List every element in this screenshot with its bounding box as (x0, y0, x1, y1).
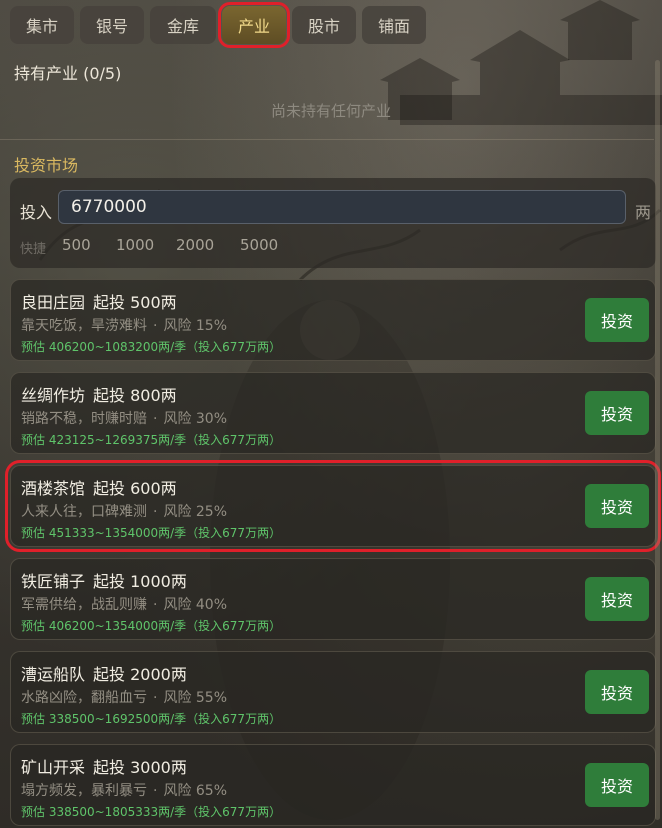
industry-estimate: 预估 423125~1269375两/季（投入677万两） (21, 433, 282, 447)
industry-min-investment: 起投 1000两 (93, 572, 187, 591)
tab-vault[interactable]: 金库 (150, 6, 216, 44)
industry-name: 漕运船队 (21, 665, 86, 684)
invest-button[interactable]: 投资 (585, 298, 649, 342)
industry-card-mining: 矿山开采 起投 3000两 塌方频发，暴利暴亏 · 风险 65% 预估 338500~… (10, 744, 656, 826)
industry-min-investment: 起投 3000两 (93, 758, 187, 777)
industry-card-farm: 良田庄园 起投 500两 靠天吃饭，旱涝难料 · 风险 15% 预估 406200~1… (10, 279, 656, 361)
tab-shops[interactable]: 铺面 (362, 6, 426, 44)
industry-risk: 风险 15% (163, 318, 228, 334)
industry-name: 矿山开采 (21, 758, 86, 777)
industry-min-investment: 起投 2000两 (93, 665, 187, 684)
industry-risk: 风险 25% (163, 504, 228, 520)
industry-estimate: 预估 406200~1354000两/季（投入677万两） (21, 619, 282, 633)
separator-dot: · (153, 597, 158, 613)
invest-button[interactable]: 投资 (585, 670, 649, 714)
industry-description: 销路不稳，时赚时赔 (21, 411, 147, 427)
tab-industry[interactable]: 产业 (218, 2, 290, 48)
industry-risk: 风险 30% (163, 411, 228, 427)
separator-dot: · (153, 411, 158, 427)
industry-card-silk: 丝绸作坊 起投 800两 销路不稳，时赚时赔 · 风险 30% 预估 423125~1… (10, 372, 656, 454)
industry-risk: 风险 55% (163, 690, 228, 706)
tab-bar: 集市 银号 金库 产业 股市 铺面 (10, 2, 426, 48)
industry-name: 丝绸作坊 (21, 386, 86, 405)
industry-min-investment: 起投 600两 (93, 479, 177, 498)
quick-500-button[interactable]: 500 (62, 236, 91, 254)
industry-name: 良田庄园 (21, 293, 86, 312)
section-divider (0, 139, 654, 140)
tab-market[interactable]: 集市 (10, 6, 74, 44)
quick-label: 快捷 (20, 242, 47, 257)
invest-button[interactable]: 投资 (585, 763, 649, 807)
separator-dot: · (153, 783, 158, 799)
industry-description: 军需供给，战乱则赚 (21, 597, 147, 613)
scrollbar[interactable] (655, 60, 660, 820)
industry-name: 酒楼茶馆 (21, 479, 86, 498)
industry-estimate: 预估 338500~1805333两/季（投入677万两） (21, 805, 282, 819)
industry-name: 铁匠铺子 (21, 572, 86, 591)
tab-stock-market[interactable]: 股市 (292, 6, 356, 44)
tab-bank[interactable]: 银号 (80, 6, 144, 44)
invest-amount-input[interactable]: 6770000 (58, 190, 626, 224)
industry-estimate: 预估 451333~1354000两/季（投入677万两） (21, 526, 282, 540)
industry-estimate: 预估 406200~1083200两/季（投入677万两） (21, 340, 282, 354)
industry-min-investment: 起投 800两 (93, 386, 177, 405)
market-title: 投资市场 (14, 156, 79, 175)
invest-label: 投入 (20, 203, 53, 222)
invest-button[interactable]: 投资 (585, 577, 649, 621)
invest-unit: 两 (635, 203, 652, 222)
quick-5000-button[interactable]: 5000 (240, 236, 278, 254)
industry-card-shipping: 漕运船队 起投 2000两 水路凶险，翻船血亏 · 风险 55% 预估 338500~… (10, 651, 656, 733)
industry-estimate: 预估 338500~1692500两/季（投入677万两） (21, 712, 282, 726)
separator-dot: · (153, 690, 158, 706)
industry-description: 水路凶险，翻船血亏 (21, 690, 147, 706)
holdings-title: 持有产业 (0/5) (14, 64, 122, 83)
industry-card-smithy: 铁匠铺子 起投 1000两 军需供给，战乱则赚 · 风险 40% 预估 406200~… (10, 558, 656, 640)
industry-risk: 风险 65% (163, 783, 228, 799)
separator-dot: · (153, 504, 158, 520)
quick-1000-button[interactable]: 1000 (116, 236, 154, 254)
invest-panel: 投入 6770000 两 快捷 500 1000 2000 5000 (10, 178, 656, 268)
invest-button[interactable]: 投资 (585, 484, 649, 528)
quick-2000-button[interactable]: 2000 (176, 236, 214, 254)
industry-min-investment: 起投 500两 (93, 293, 177, 312)
industry-description: 靠天吃饭，旱涝难料 (21, 318, 147, 334)
separator-dot: · (153, 318, 158, 334)
industry-card-teahouse: 酒楼茶馆 起投 600两 人来人往，口碑难测 · 风险 25% 预估 451333~1… (5, 460, 661, 552)
industry-risk: 风险 40% (163, 597, 228, 613)
invest-button[interactable]: 投资 (585, 391, 649, 435)
holdings-empty-text: 尚未持有任何产业 (270, 102, 391, 120)
industry-description: 塌方频发，暴利暴亏 (21, 783, 147, 799)
industry-description: 人来人往，口碑难测 (21, 504, 147, 520)
